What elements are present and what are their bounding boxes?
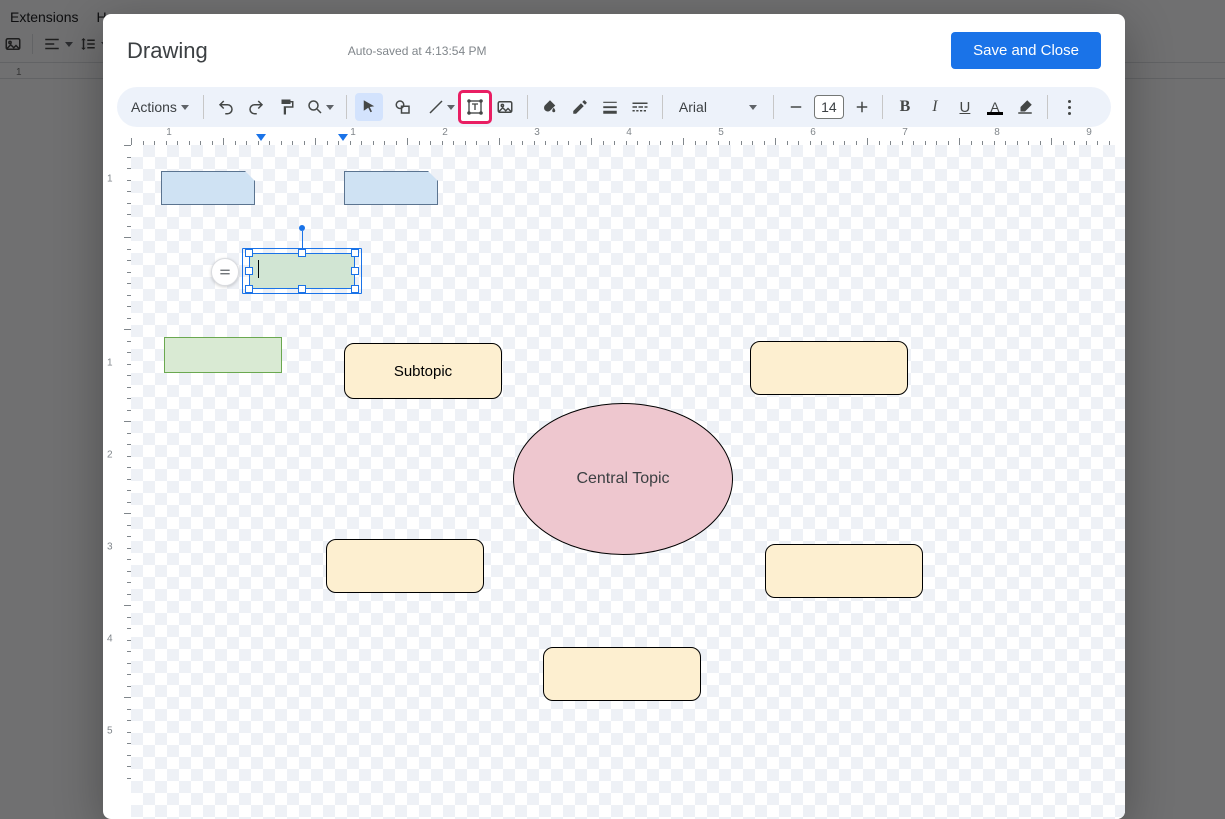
- shape-cream-rect[interactable]: [750, 341, 908, 395]
- save-and-close-button[interactable]: Save and Close: [951, 32, 1101, 69]
- resize-handle-ml[interactable]: [245, 267, 253, 275]
- font-name-label: Arial: [679, 99, 707, 115]
- text-color-button[interactable]: A: [981, 93, 1009, 121]
- ruler-num: 6: [810, 127, 816, 138]
- redo-button[interactable]: [242, 93, 270, 121]
- shape-cream-rect[interactable]: [543, 647, 701, 701]
- resize-handle-br[interactable]: [351, 285, 359, 293]
- indent-start-marker[interactable]: [256, 134, 266, 141]
- actions-label: Actions: [131, 99, 177, 115]
- font-size-decrease[interactable]: [782, 93, 810, 121]
- ruler-num: 1: [107, 358, 113, 369]
- text-caret: [258, 260, 259, 278]
- ruler-num: 4: [626, 127, 632, 138]
- caret-down-icon: [326, 105, 334, 110]
- shape-label: Subtopic: [394, 363, 452, 380]
- text-color-swatch: [987, 112, 1003, 115]
- resize-handle-tr[interactable]: [351, 249, 359, 257]
- text-resize-handle[interactable]: [211, 258, 239, 286]
- line-tool[interactable]: [423, 93, 459, 121]
- border-weight-button[interactable]: [596, 93, 624, 121]
- drawing-dialog: Drawing Auto-saved at 4:13:54 PM Save an…: [103, 14, 1125, 819]
- rotate-line: [302, 231, 303, 249]
- shape-green-rect[interactable]: [164, 337, 282, 373]
- dots-vertical-icon: [1068, 100, 1071, 115]
- ruler-num: 7: [902, 127, 908, 138]
- more-options-button[interactable]: [1056, 93, 1084, 121]
- text-box-tool[interactable]: [461, 93, 489, 121]
- ruler-num: 9: [1086, 127, 1092, 138]
- ruler-num: 4: [107, 634, 113, 645]
- dialog-title: Drawing: [127, 38, 208, 64]
- indent-end-marker[interactable]: [338, 134, 348, 141]
- italic-button[interactable]: I: [921, 93, 949, 121]
- ruler-num: 2: [442, 127, 448, 138]
- font-size-input[interactable]: 14: [814, 95, 844, 119]
- select-tool[interactable]: [355, 93, 383, 121]
- ruler-num: 2: [107, 450, 113, 461]
- resize-handle-bm[interactable]: [298, 285, 306, 293]
- ruler-num: 3: [534, 127, 540, 138]
- shape-subtopic[interactable]: Subtopic: [344, 343, 502, 399]
- resize-handle-mr[interactable]: [351, 267, 359, 275]
- selected-shape[interactable]: [249, 253, 355, 289]
- insert-image-button[interactable]: [491, 93, 519, 121]
- border-color-button[interactable]: [566, 93, 594, 121]
- drawing-toolbar: Actions: [117, 87, 1111, 127]
- vertical-ruler[interactable]: 1 1 2 3 4 5: [103, 145, 131, 819]
- shape-green-rect-editing[interactable]: [249, 253, 355, 289]
- shape-label: Central Topic: [576, 470, 669, 488]
- horizontal-ruler[interactable]: 1 1 2 3 4 5 6 7 8 9: [131, 127, 1125, 145]
- fill-color-button[interactable]: [536, 93, 564, 121]
- autosave-status: Auto-saved at 4:13:54 PM: [348, 44, 487, 58]
- border-dash-button[interactable]: [626, 93, 654, 121]
- shape-cream-rect[interactable]: [326, 539, 484, 593]
- zoom-menu[interactable]: [302, 93, 338, 121]
- font-size-group: 14: [782, 93, 876, 121]
- caret-down-icon: [181, 105, 189, 110]
- actions-menu[interactable]: Actions: [125, 93, 195, 121]
- resize-handle-bl[interactable]: [245, 285, 253, 293]
- ruler-num: 5: [107, 726, 113, 737]
- underline-button[interactable]: U: [951, 93, 979, 121]
- caret-down-icon: [447, 105, 455, 110]
- undo-button[interactable]: [212, 93, 240, 121]
- highlight-color-button[interactable]: [1011, 93, 1039, 121]
- ruler-num: 1: [350, 127, 356, 138]
- ruler-num: 8: [994, 127, 1000, 138]
- resize-handle-tm[interactable]: [298, 249, 306, 257]
- font-size-increase[interactable]: [848, 93, 876, 121]
- shape-central-topic[interactable]: Central Topic: [513, 403, 733, 555]
- resize-handle-tl[interactable]: [245, 249, 253, 257]
- shape-snip-rect[interactable]: [344, 171, 438, 205]
- ruler-num: 1: [107, 174, 113, 185]
- font-family-menu[interactable]: Arial: [671, 93, 765, 121]
- caret-down-icon: [749, 105, 757, 110]
- shape-cream-rect[interactable]: [765, 544, 923, 598]
- dialog-header: Drawing Auto-saved at 4:13:54 PM Save an…: [103, 14, 1125, 79]
- paint-format-button[interactable]: [272, 93, 300, 121]
- drawing-canvas[interactable]: Subtopic Central Topic: [131, 145, 1125, 819]
- ruler-num: 3: [107, 542, 113, 553]
- rotate-handle[interactable]: [299, 225, 305, 231]
- ruler-num: 1: [166, 127, 172, 138]
- shape-tool[interactable]: [385, 93, 421, 121]
- shape-snip-rect[interactable]: [161, 171, 255, 205]
- ruler-num: 5: [718, 127, 724, 138]
- bold-button[interactable]: B: [891, 93, 919, 121]
